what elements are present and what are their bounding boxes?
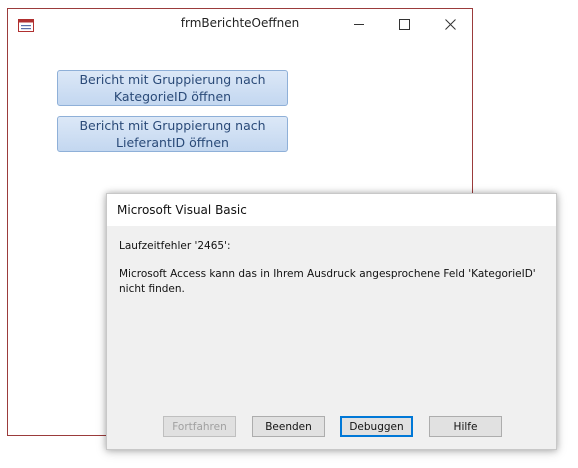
maximize-button[interactable] [382, 9, 426, 39]
form-titlebar[interactable]: frmBerichteOeffnen [8, 9, 472, 39]
open-report-by-category-button[interactable]: Bericht mit Gruppierung nach KategorieID… [57, 70, 288, 106]
maximize-icon [398, 15, 410, 34]
continue-button: Fortfahren [163, 416, 236, 437]
minimize-button[interactable] [337, 9, 381, 39]
error-number: Laufzeitfehler '2465': [119, 240, 231, 252]
open-report-by-supplier-button[interactable]: Bericht mit Gruppierung nach LieferantID… [57, 116, 288, 152]
debug-button[interactable]: Debuggen [340, 416, 413, 437]
dialog-title: Microsoft Visual Basic [117, 203, 247, 217]
help-button[interactable]: Hilfe [429, 416, 502, 437]
dialog-titlebar[interactable]: Microsoft Visual Basic [107, 194, 556, 226]
end-button[interactable]: Beenden [252, 416, 325, 437]
vba-error-dialog: Microsoft Visual Basic Laufzeitfehler '2… [106, 193, 557, 450]
minimize-icon [353, 15, 365, 34]
close-icon [444, 15, 456, 34]
error-message: Microsoft Access kann das in Ihrem Ausdr… [119, 268, 536, 295]
close-button[interactable] [428, 9, 472, 39]
